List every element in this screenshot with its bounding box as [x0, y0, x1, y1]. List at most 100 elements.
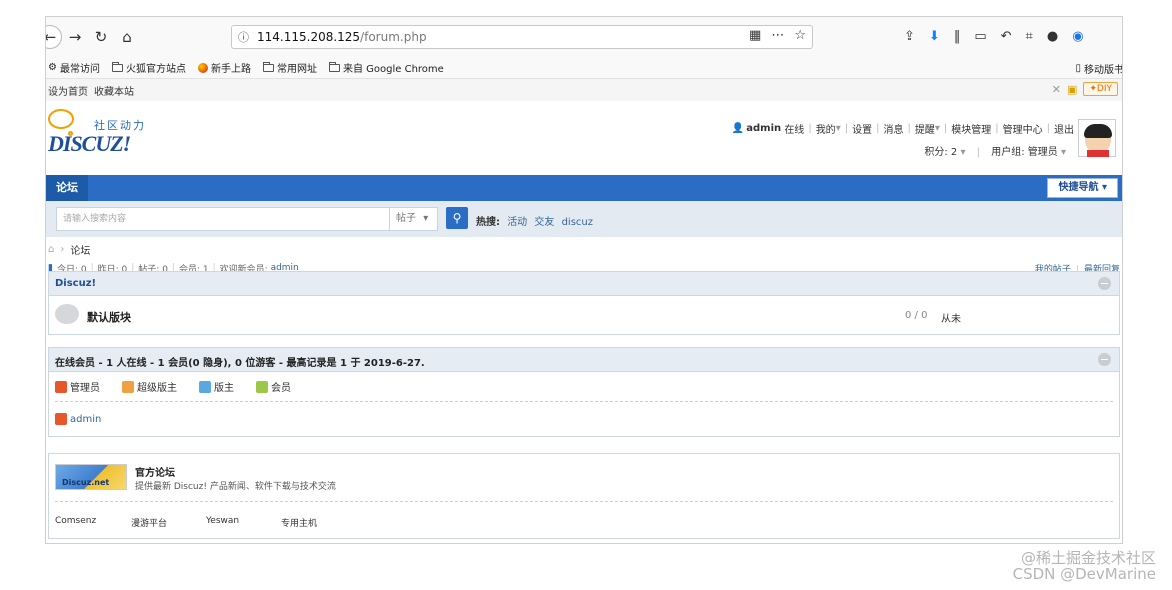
bookmark-star-icon[interactable]: ☆ [794, 28, 806, 43]
logo-brand: DISCUZ! [48, 131, 131, 156]
search-type-select[interactable]: 帖子 ▾ [390, 207, 438, 231]
browser-toolbar: ← → ↻ ⌂ ⓘ 114.115.208.125/forum.php ▦ ⋯ … [46, 17, 1122, 57]
firefox-icon [197, 62, 208, 73]
forum-row: 默认版块 0 / 0 从未 [49, 296, 1119, 334]
logo-bubble-icon [48, 109, 74, 129]
menu-reminders[interactable]: 提醒 [915, 121, 935, 136]
friend-links: Discuz.net 官方论坛 提供最新 Discuz! 产品新闻、软件下载与技… [48, 453, 1120, 539]
online-user-link[interactable]: admin [70, 414, 101, 425]
breadcrumb: ⌂ › 论坛 [48, 242, 91, 257]
chat-icon[interactable]: ● [1047, 29, 1058, 44]
badge-text: Discuz.net [62, 478, 110, 487]
partner-link[interactable]: Yeswan [206, 516, 281, 529]
download-icon[interactable]: ⬇ [929, 29, 940, 44]
avatar-shirt [1087, 150, 1109, 157]
watermark-line1: @稀土掘金技术社区 [1020, 549, 1156, 567]
forum-post-count: 0 / 0 [905, 310, 928, 321]
group-label: 超级版主 [137, 383, 177, 394]
menu-logout[interactable]: 退出 [1054, 121, 1074, 136]
user-icon [122, 380, 134, 393]
menu-settings[interactable]: 设置 [852, 121, 872, 136]
forum-category: Discuz! 默认版块 0 / 0 从未 [48, 271, 1120, 335]
back-button[interactable]: ← [46, 25, 62, 49]
quick-nav-button[interactable]: 快捷导航 ▾ [1047, 178, 1118, 198]
site-info-icon[interactable]: ⓘ [238, 29, 249, 45]
search-type-label: 帖子 [396, 213, 416, 224]
url-host: 114.115.208.125 [257, 30, 361, 44]
bookmark-from-chrome[interactable]: 来自 Google Chrome [328, 60, 444, 75]
hot-label: 热搜: [476, 217, 500, 228]
reload-button[interactable]: ↻ [88, 24, 114, 50]
avatar[interactable] [1078, 119, 1116, 157]
bookmark-common-sites[interactable]: 常用网址 [262, 60, 317, 75]
screenshot-icon[interactable]: ⌗ [1026, 29, 1033, 44]
search-button[interactable]: ⚲ [446, 207, 468, 229]
category-header: Discuz! [49, 272, 1119, 296]
url-path: /forum.php [360, 30, 427, 44]
tools-icon[interactable]: ✕ [1052, 83, 1061, 96]
folder-icon [328, 61, 340, 72]
online-status: 在线 [784, 125, 805, 136]
hot-searches: 热搜: 活动 交友 discuz [476, 213, 593, 228]
hot-term[interactable]: discuz [562, 217, 593, 228]
hot-term[interactable]: 活动 [507, 217, 527, 228]
forum-name-link[interactable]: 默认版块 [87, 309, 131, 325]
set-homepage-link[interactable]: 设为首页 [48, 83, 88, 98]
main-nav: 论坛 快捷导航 ▾ [46, 175, 1122, 201]
forum-last-post: 从未 [941, 314, 961, 325]
partner-link[interactable]: Comsenz [55, 516, 131, 529]
discuz-net-logo[interactable]: Discuz.net [55, 464, 127, 490]
site-logo[interactable]: 社区动力 DISCUZ! [48, 109, 158, 159]
search-icon: ⚲ [452, 211, 462, 225]
library-icon[interactable]: ‖ [954, 29, 961, 44]
gear-icon: ⚙ [48, 62, 57, 73]
page-actions-icon[interactable]: ⋯ [771, 28, 784, 43]
group-admin: 管理员 [55, 379, 100, 394]
hot-term[interactable]: 交友 [534, 217, 554, 228]
category-title[interactable]: Discuz! [55, 278, 96, 289]
partner-link[interactable]: 漫游平台 [131, 516, 206, 529]
bookmark-mobile[interactable]: ▯ 移动版书 [1075, 61, 1122, 76]
official-forum-desc: 提供最新 Discuz! 产品新闻、软件下载与技术交流 [135, 482, 336, 492]
extension-icon[interactable]: ◉ [1072, 29, 1083, 44]
search-input[interactable]: 请输入搜索内容 [56, 207, 390, 231]
user-info: 积分: 2 ▾ | 用户组: 管理员 ▾ [924, 147, 1066, 158]
home-icon[interactable]: ⌂ [48, 244, 54, 255]
bookmark-firefox-site[interactable]: 火狐官方站点 [111, 60, 186, 75]
watermark: @稀土掘金技术社区 CSDN @DevMarine [1013, 550, 1156, 582]
style-icon[interactable]: ▣ [1067, 83, 1077, 96]
site-header: 社区动力 DISCUZ! 👤 admin 在线 | 我的 ▾ | 设置 | 消息 | 提醒… [46, 101, 1122, 175]
group-moderator: 版主 [199, 379, 234, 394]
username-link[interactable]: admin [746, 123, 781, 134]
avatar-hair [1084, 124, 1112, 138]
group-label: 管理员 [70, 383, 100, 394]
url-bar[interactable]: ⓘ 114.115.208.125/forum.php ▦ ⋯ ☆ [231, 25, 813, 49]
qr-code-icon[interactable]: ▦ [749, 28, 761, 43]
folder-icon [111, 61, 123, 72]
collapse-icon[interactable] [1098, 353, 1111, 366]
partner-link[interactable]: 专用主机 [281, 516, 356, 529]
user-icon [55, 380, 67, 393]
diy-button[interactable]: ✦DIY [1083, 82, 1118, 96]
bookmark-getting-started[interactable]: 新手上路 [197, 60, 251, 75]
points-link[interactable]: 积分: 2 [924, 147, 957, 158]
tab-forum[interactable]: 论坛 [46, 175, 88, 201]
usergroup-link[interactable]: 用户组: 管理员 [991, 147, 1058, 158]
watermark-line2: CSDN @DevMarine [1012, 565, 1156, 583]
menu-module-admin[interactable]: 模块管理 [951, 121, 991, 136]
online-title[interactable]: 在线会员 - 1 人在线 - 1 会员(0 隐身), 0 位游客 - 最高记录是… [55, 354, 425, 369]
official-forum-link[interactable]: 官方论坛 [135, 464, 175, 479]
collapse-icon[interactable] [1098, 277, 1111, 290]
sidebar-icon[interactable]: ▭ [974, 29, 986, 44]
bookmark-most-visited[interactable]: ⚙ 最常访问 [48, 60, 100, 75]
user-icon [256, 380, 268, 393]
menu-messages[interactable]: 消息 [883, 121, 903, 136]
breadcrumb-current[interactable]: 论坛 [70, 242, 90, 257]
add-favorite-link[interactable]: 收藏本站 [94, 83, 134, 98]
menu-my[interactable]: 我的 [816, 121, 836, 136]
home-button[interactable]: ⌂ [114, 24, 140, 50]
reader-icon[interactable]: ⇪ [904, 29, 915, 44]
forward-button[interactable]: → [62, 24, 88, 50]
menu-admin-center[interactable]: 管理中心 [1003, 121, 1043, 136]
undo-icon[interactable]: ↶ [1001, 29, 1012, 44]
